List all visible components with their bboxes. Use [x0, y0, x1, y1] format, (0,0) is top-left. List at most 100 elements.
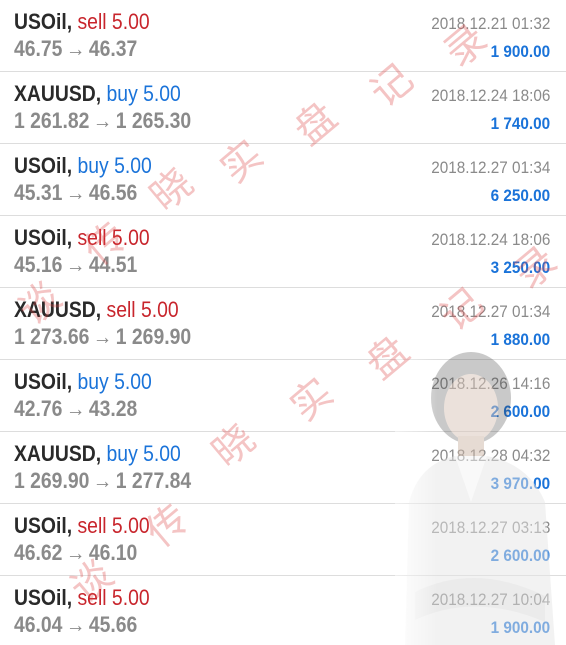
trade-prices: 1 261.82 → 1 265.30: [14, 108, 191, 134]
trade-profit: 6 250.00: [490, 186, 550, 205]
close-price: 44.51: [88, 252, 138, 277]
trade-profit: 2 600.00: [490, 546, 550, 565]
trade-profit: 1 900.00: [490, 42, 550, 61]
trade-prices: 45.31 → 46.56: [14, 180, 137, 206]
separator-comma: ,: [66, 585, 73, 610]
arrow-icon: →: [65, 252, 86, 277]
trade-time: 2018.12.27 03:13: [430, 518, 550, 537]
trade-time: 2018.12.21 01:32: [430, 14, 550, 33]
trade-row[interactable]: USOil, sell 5.00 46.04 → 45.66 2018.12.27 …: [0, 576, 566, 645]
trade-row[interactable]: XAUUSD, buy 5.00 1 269.90 → 1 277.84 2018.…: [0, 432, 566, 504]
trade-symbol: USOil: [14, 585, 67, 610]
trade-row[interactable]: USOil, sell 5.00 45.16 → 44.51 2018.12.24 …: [0, 216, 566, 288]
close-price: 46.10: [88, 540, 138, 565]
arrow-icon: →: [92, 468, 113, 493]
trade-row[interactable]: XAUUSD, buy 5.00 1 261.82 → 1 265.30 2018.…: [0, 72, 566, 144]
trade-side: sell 5.00: [106, 297, 179, 322]
trade-title: XAUUSD, buy 5.00: [14, 81, 181, 107]
trade-row[interactable]: XAUUSD, sell 5.00 1 273.66 → 1 269.90 2018…: [0, 288, 566, 360]
trade-prices: 1 269.90 → 1 277.84: [14, 468, 191, 494]
trade-title: USOil, sell 5.00: [14, 513, 150, 539]
trade-title: USOil, buy 5.00: [14, 153, 152, 179]
trade-symbol: USOil: [14, 513, 67, 538]
trade-side: sell 5.00: [77, 585, 150, 610]
trade-title: USOil, sell 5.00: [14, 585, 150, 611]
trade-title: XAUUSD, buy 5.00: [14, 441, 181, 467]
trade-prices: 46.04 → 45.66: [14, 612, 137, 638]
open-price: 1 261.82: [14, 108, 90, 133]
arrow-icon: →: [92, 108, 113, 133]
trade-symbol: USOil: [14, 153, 67, 178]
open-price: 46.75: [14, 36, 63, 61]
trade-side: buy 5.00: [77, 153, 152, 178]
trade-row[interactable]: USOil, sell 5.00 46.62 → 46.10 2018.12.27 …: [0, 504, 566, 576]
trade-time: 2018.12.27 01:34: [430, 302, 550, 321]
trade-time: 2018.12.24 18:06: [430, 86, 550, 105]
open-price: 1 269.90: [14, 468, 90, 493]
trade-row[interactable]: USOil, buy 5.00 45.31 → 46.56 2018.12.27 0…: [0, 144, 566, 216]
trade-prices: 1 273.66 → 1 269.90: [14, 324, 191, 350]
open-price: 1 273.66: [14, 324, 90, 349]
arrow-icon: →: [65, 540, 86, 565]
separator-comma: ,: [66, 369, 73, 394]
separator-comma: ,: [66, 513, 73, 538]
trade-prices: 45.16 → 44.51: [14, 252, 137, 278]
close-price: 1 265.30: [115, 108, 192, 133]
arrow-icon: →: [65, 612, 86, 637]
trade-title: USOil, sell 5.00: [14, 9, 150, 35]
open-price: 45.31: [14, 180, 63, 205]
trade-symbol: USOil: [14, 369, 67, 394]
trade-symbol: XAUUSD: [14, 441, 96, 466]
close-price: 1 277.84: [115, 468, 192, 493]
trade-time: 2018.12.24 18:06: [430, 230, 550, 249]
trade-symbol: XAUUSD: [14, 297, 96, 322]
arrow-icon: →: [92, 324, 113, 349]
trade-symbol: USOil: [14, 225, 67, 250]
trade-symbol: USOil: [14, 9, 67, 34]
separator-comma: ,: [95, 441, 102, 466]
trade-prices: 46.62 → 46.10: [14, 540, 137, 566]
trade-side: sell 5.00: [77, 9, 150, 34]
arrow-icon: →: [65, 36, 86, 61]
trade-side: buy 5.00: [106, 441, 181, 466]
trade-side: buy 5.00: [77, 369, 152, 394]
separator-comma: ,: [66, 9, 73, 34]
trade-time: 2018.12.26 14:16: [430, 374, 550, 393]
arrow-icon: →: [65, 180, 86, 205]
trade-time: 2018.12.28 04:32: [430, 446, 550, 465]
trade-profit: 1 880.00: [490, 330, 550, 349]
trade-title: XAUUSD, sell 5.00: [14, 297, 179, 323]
trade-time: 2018.12.27 10:04: [430, 590, 550, 609]
trade-profit: 3 250.00: [490, 258, 550, 277]
trade-prices: 42.76 → 43.28: [14, 396, 137, 422]
close-price: 1 269.90: [115, 324, 192, 349]
close-price: 46.37: [88, 36, 138, 61]
separator-comma: ,: [95, 297, 102, 322]
separator-comma: ,: [95, 81, 102, 106]
trade-time: 2018.12.27 01:34: [430, 158, 550, 177]
separator-comma: ,: [66, 153, 73, 178]
close-price: 43.28: [88, 396, 138, 421]
close-price: 46.56: [88, 180, 138, 205]
trade-profit: 1 740.00: [490, 114, 550, 133]
trade-row[interactable]: USOil, sell 5.00 46.75 → 46.37 2018.12.21 …: [0, 0, 566, 72]
open-price: 42.76: [14, 396, 63, 421]
trade-profit: 1 900.00: [490, 618, 550, 637]
arrow-icon: →: [65, 396, 86, 421]
close-price: 45.66: [88, 612, 138, 637]
open-price: 46.04: [14, 612, 63, 637]
trade-side: buy 5.00: [106, 81, 181, 106]
trade-history-list: USOil, sell 5.00 46.75 → 46.37 2018.12.21 …: [0, 0, 566, 645]
trade-title: USOil, buy 5.00: [14, 369, 152, 395]
trade-row[interactable]: USOil, buy 5.00 42.76 → 43.28 2018.12.26 1…: [0, 360, 566, 432]
trade-side: sell 5.00: [77, 513, 150, 538]
trade-profit: 3 970.00: [490, 474, 550, 493]
trade-profit: 2 600.00: [490, 402, 550, 421]
separator-comma: ,: [66, 225, 73, 250]
trade-title: USOil, sell 5.00: [14, 225, 150, 251]
trade-side: sell 5.00: [77, 225, 150, 250]
open-price: 46.62: [14, 540, 63, 565]
open-price: 45.16: [14, 252, 63, 277]
trade-symbol: XAUUSD: [14, 81, 96, 106]
trade-prices: 46.75 → 46.37: [14, 36, 137, 62]
